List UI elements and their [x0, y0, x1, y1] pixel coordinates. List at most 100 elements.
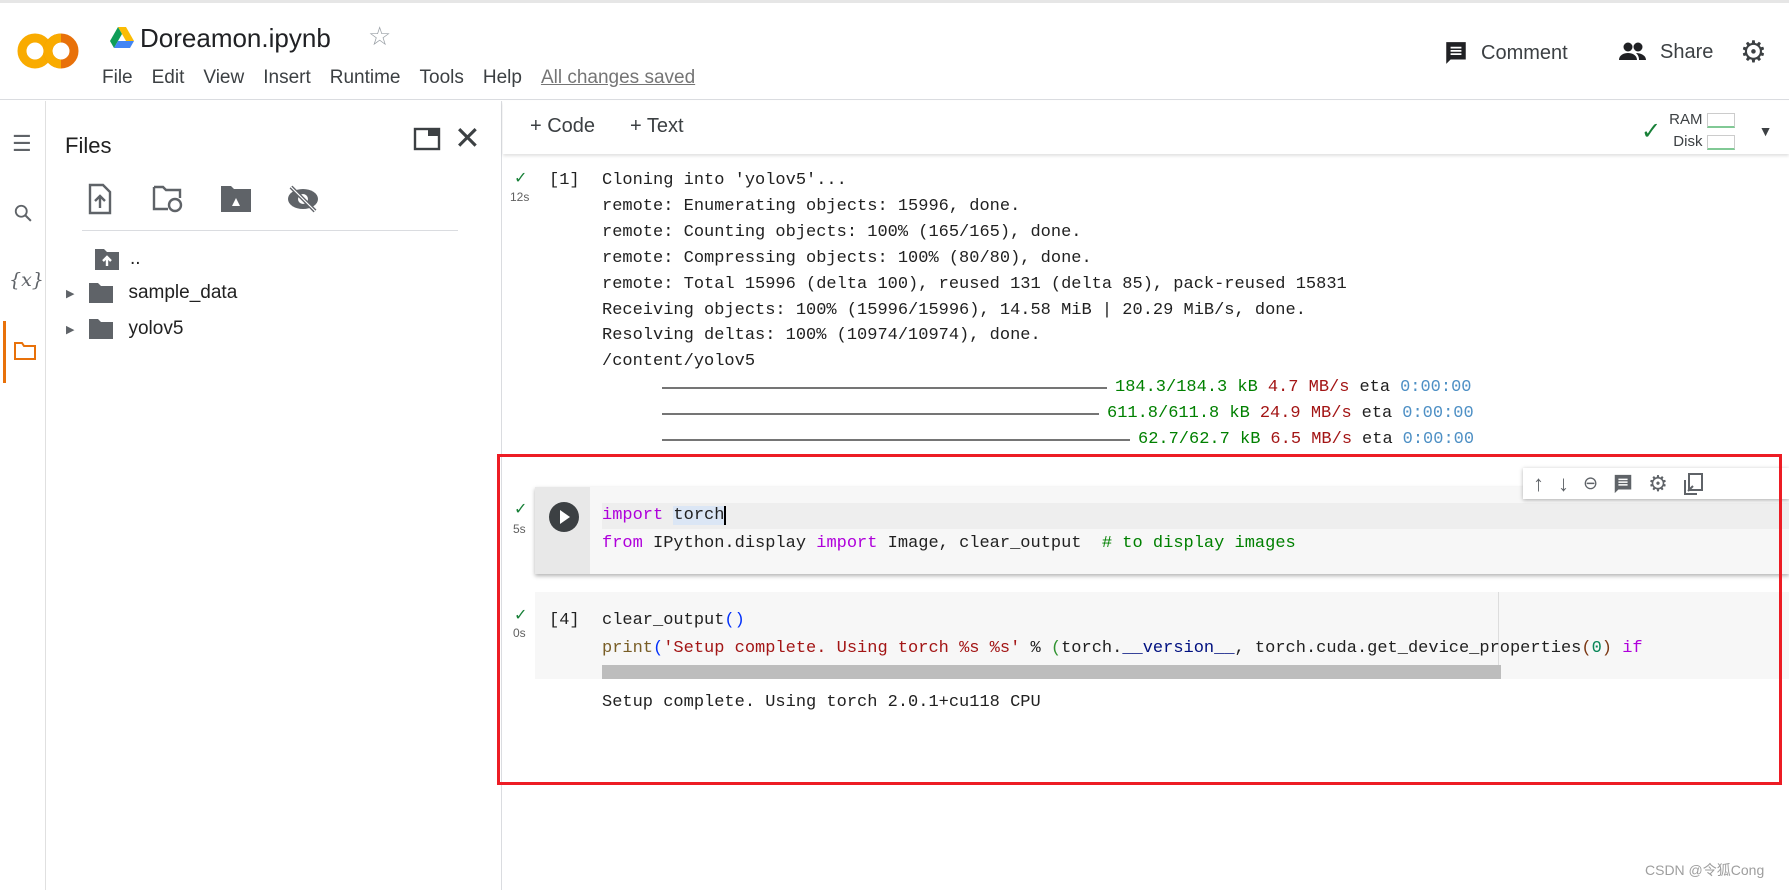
- open-in-tab-icon[interactable]: [413, 127, 441, 151]
- menu-help[interactable]: Help: [483, 67, 522, 89]
- folder-icon[interactable]: [13, 341, 37, 361]
- dropdown-arrow-icon[interactable]: ▼: [1759, 123, 1773, 139]
- code-token: import: [816, 534, 878, 553]
- progress-speed: 6.5 MB/s: [1270, 430, 1353, 449]
- comment-icon[interactable]: [1612, 473, 1634, 495]
- code-token: %: [1020, 639, 1051, 658]
- code-token: IPython.display: [642, 534, 817, 553]
- colab-logo[interactable]: [16, 31, 80, 71]
- exec-time: 5s: [513, 522, 526, 536]
- share-label: Share: [1660, 40, 1714, 63]
- share-button[interactable]: Share: [1618, 40, 1713, 64]
- horizontal-scrollbar[interactable]: [602, 665, 1501, 679]
- ram-label: RAM: [1669, 111, 1703, 128]
- add-text-button[interactable]: + Text: [630, 115, 684, 138]
- active-indicator: [3, 321, 6, 383]
- settings-gear-icon[interactable]: ⚙: [1740, 35, 1767, 70]
- link-icon[interactable]: ⊖: [1583, 473, 1598, 494]
- progress-bar: [662, 412, 1099, 415]
- code-token: 0: [1591, 639, 1602, 658]
- output-line: Cloning into 'yolov5'...: [602, 171, 847, 190]
- code-token: , torch.cuda.get_device_properties: [1234, 639, 1582, 658]
- expand-arrow-icon[interactable]: ▶: [66, 323, 74, 336]
- variables-icon[interactable]: {x}: [9, 269, 44, 291]
- code-token: __version__: [1122, 639, 1235, 658]
- code-token: 'Setup complete. Using torch %s %s': [663, 639, 1021, 658]
- code-token: torch.: [1061, 639, 1123, 658]
- mount-drive-icon[interactable]: [220, 185, 252, 213]
- code-token: clear_output: [602, 611, 725, 630]
- code-cell[interactable]: import torch from IPython.display import …: [535, 487, 1789, 574]
- folder-icon: [89, 283, 114, 303]
- progress-size: 62.7/62.7 kB: [1138, 430, 1261, 449]
- success-check-icon: ✓: [514, 607, 528, 624]
- output-line: remote: Counting objects: 100% (165/165)…: [602, 222, 1082, 242]
- disk-meter: [1706, 134, 1735, 150]
- comment-label: Comment: [1481, 41, 1568, 64]
- mirror-cell-icon[interactable]: [1682, 472, 1704, 496]
- files-title: Files: [65, 133, 112, 158]
- move-down-icon[interactable]: ↓: [1558, 471, 1569, 497]
- cell-toolbar: ↑ ↓ ⊖ ⚙: [1523, 468, 1789, 499]
- menu-edit[interactable]: Edit: [152, 67, 185, 89]
- eta-value: 0:00:00: [1400, 378, 1472, 398]
- code-cell[interactable]: [4] clear_output() print('Setup complete.…: [535, 592, 1789, 679]
- run-cell-button[interactable]: [548, 501, 580, 533]
- eta-value: 0:00:00: [1402, 430, 1475, 449]
- expand-arrow-icon[interactable]: ▶: [66, 287, 74, 300]
- code-token: Image, clear_output: [877, 534, 1102, 553]
- exec-count: [4]: [549, 611, 580, 630]
- notebook-toolbar: + Code + Text ✓ RAM Disk ▼: [503, 101, 1789, 154]
- header: Doreamon.ipynb ☆ File Edit View Insert R…: [0, 3, 1789, 100]
- comment-button[interactable]: Comment: [1443, 40, 1568, 66]
- exec-time: 12s: [510, 190, 530, 204]
- refresh-folder-icon[interactable]: [152, 185, 184, 213]
- upload-file-icon[interactable]: [88, 183, 112, 215]
- code-token: (): [724, 611, 745, 630]
- menu-runtime[interactable]: Runtime: [330, 67, 401, 89]
- file-item-parent[interactable]: ..: [94, 247, 141, 271]
- output-line: remote: Compressing objects: 100% (80/80…: [602, 248, 1092, 268]
- all-changes-saved-link[interactable]: All changes saved: [541, 67, 695, 89]
- cell-settings-icon[interactable]: ⚙: [1648, 471, 1668, 497]
- comment-icon: [1446, 42, 1466, 64]
- menu-tools[interactable]: Tools: [420, 67, 464, 89]
- star-icon[interactable]: ☆: [368, 21, 391, 52]
- cell-output: Setup complete. Using torch 2.0.1+cu118 …: [602, 693, 1041, 712]
- close-panel-icon[interactable]: ✕: [454, 119, 481, 157]
- eta-label: eta: [1362, 430, 1393, 449]
- file-item-yolov5[interactable]: ▶ yolov5: [66, 318, 183, 340]
- file-name: yolov5: [128, 318, 184, 339]
- menu-insert[interactable]: Insert: [263, 67, 311, 89]
- eta-label: eta: [1361, 404, 1393, 424]
- progress-bar: [662, 438, 1130, 441]
- table-of-contents-icon[interactable]: ☰: [12, 131, 32, 157]
- hide-files-icon[interactable]: [286, 185, 320, 213]
- menu-file[interactable]: File: [102, 67, 133, 89]
- progress-size: 611.8/611.8 kB: [1107, 404, 1250, 424]
- progress-line: 184.3/184.3 kB 4.7 MB/s eta 0:00:00: [662, 378, 1471, 397]
- code-token: if: [1622, 639, 1643, 658]
- code-line: from IPython.display import Image, clear…: [602, 534, 1296, 553]
- progress-line: 62.7/62.7 kB 6.5 MB/s eta 0:00:00: [662, 430, 1474, 449]
- search-icon[interactable]: [13, 203, 35, 225]
- runtime-status[interactable]: ✓ RAM Disk ▼: [1641, 109, 1772, 153]
- move-up-icon[interactable]: ↑: [1533, 471, 1544, 497]
- success-check-icon: ✓: [514, 501, 528, 518]
- code-token: from: [602, 534, 643, 553]
- menu-view[interactable]: View: [203, 67, 244, 89]
- disk-label: Disk: [1673, 133, 1703, 150]
- progress-line: 611.8/611.8 kB 24.9 MB/s eta 0:00:00: [662, 404, 1474, 423]
- code-token: torch: [673, 506, 727, 525]
- progress-size: 184.3/184.3 kB: [1115, 378, 1258, 398]
- code-line: import torch: [602, 506, 727, 525]
- file-item-sample-data[interactable]: ▶ sample_data: [66, 282, 237, 304]
- progress-speed: 4.7 MB/s: [1267, 378, 1350, 398]
- google-drive-icon: [110, 27, 134, 48]
- file-name: sample_data: [128, 282, 238, 303]
- add-code-button[interactable]: + Code: [530, 115, 595, 138]
- divider: [82, 230, 458, 231]
- notebook-title[interactable]: Doreamon.ipynb: [140, 23, 331, 54]
